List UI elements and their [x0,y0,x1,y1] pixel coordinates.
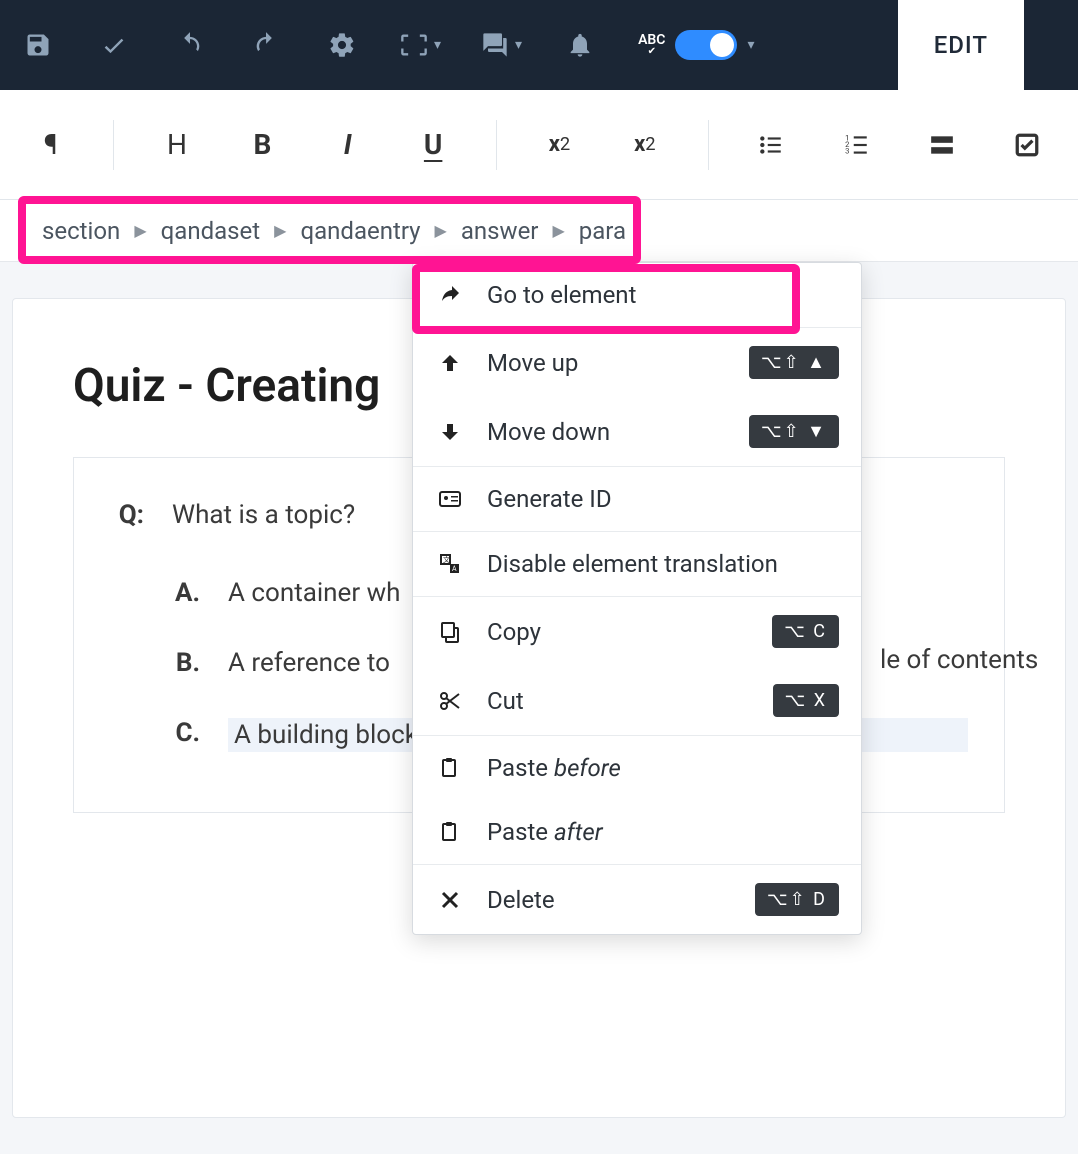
crumb-item[interactable]: answer [461,217,539,245]
bold-button[interactable]: B [240,121,285,169]
breadcrumb[interactable]: section ▶ qandaset ▶ qandaentry ▶ answer… [14,213,654,249]
top-toolbar: ▾ ▾ ABC ✔ ▾ EDIT [0,0,1078,90]
arrow-share-icon [435,283,465,307]
scissors-icon [435,689,465,713]
crumb-item[interactable]: qandaset [161,217,261,245]
arrow-down-icon [435,420,465,444]
menu-delete[interactable]: Delete ⌥⇧ D [413,865,861,934]
translate-icon: 文A [435,552,465,576]
trailing-text-fragment: le of contents [880,645,1038,675]
answer-label: B. [166,648,200,678]
menu-disable-translation[interactable]: 文A Disable element translation [413,532,861,596]
format-toolbar: ¶ H B I U x2 x2 123 [0,90,1078,200]
question-text: What is a topic? [172,500,355,530]
tab-edit[interactable]: EDIT [898,0,1024,90]
toolbar-overflow [1044,0,1078,90]
save-icon[interactable] [20,27,56,63]
kbd-shortcut: ⌥⇧ ▲ [749,346,839,379]
subscript-button[interactable]: x2 [622,121,667,169]
check-icon: ✔ [648,47,656,57]
breadcrumb-bar: section ▶ qandaset ▶ qandaentry ▶ answer… [0,200,1078,262]
menu-go-to-element[interactable]: Go to element [413,263,861,327]
superscript-button[interactable]: x2 [537,121,582,169]
paste-icon [435,756,465,780]
context-menu: Go to element Move up ⌥⇧ ▲ Move down ⌥⇧ … [412,262,862,935]
svg-text:文: 文 [443,555,450,564]
redo-icon[interactable] [248,27,284,63]
kbd-shortcut: ⌥⇧ ▼ [749,415,839,448]
chevron-right-icon: ▶ [435,221,447,240]
heading-button[interactable]: H [154,121,199,169]
menu-paste-before[interactable]: Paste before [413,736,861,800]
italic-button[interactable]: I [325,121,370,169]
svg-text:A: A [452,565,457,573]
chevron-down-icon: ▾ [747,37,754,53]
pilcrow-icon[interactable]: ¶ [28,121,73,169]
crumb-item[interactable]: section [42,217,120,245]
undo-icon[interactable] [172,27,208,63]
bullet-list-button[interactable] [748,121,793,169]
chevron-right-icon: ▶ [552,221,564,240]
crumb-item[interactable]: para [579,217,626,245]
menu-paste-after[interactable]: Paste after [413,800,861,864]
id-card-icon [435,487,465,511]
crumb-item[interactable]: qandaentry [300,217,420,245]
bell-icon[interactable] [562,27,598,63]
underline-button[interactable]: U [410,121,455,169]
settings-icon[interactable] [324,27,360,63]
kbd-shortcut: ⌥ X [773,684,840,717]
menu-cut[interactable]: Cut ⌥ X [413,666,861,735]
block-button[interactable] [919,121,964,169]
numbered-list-button[interactable]: 123 [834,121,879,169]
toggle-switch[interactable] [675,30,737,60]
svg-text:3: 3 [845,146,849,155]
kbd-shortcut: ⌥⇧ D [755,883,839,916]
check-icon[interactable] [96,27,132,63]
menu-move-up[interactable]: Move up ⌥⇧ ▲ [413,328,861,397]
question-label: Q: [110,500,144,530]
arrow-up-icon [435,351,465,375]
checkbox-button[interactable] [1005,121,1050,169]
close-icon [435,888,465,912]
menu-generate-id[interactable]: Generate ID [413,467,861,531]
answer-label: A. [166,578,200,608]
kbd-shortcut: ⌥ C [772,615,839,648]
chevron-right-icon: ▶ [274,221,286,240]
spellcheck-toggle[interactable]: ABC ✔ ▾ [638,30,754,60]
menu-copy[interactable]: Copy ⌥ C [413,597,861,666]
comments-dropdown[interactable]: ▾ [481,31,522,59]
frame-dropdown[interactable]: ▾ [400,31,441,59]
paste-icon [435,820,465,844]
chevron-down-icon: ▾ [434,37,441,53]
answer-label: C. [166,718,200,748]
chevron-down-icon: ▾ [515,37,522,53]
copy-icon [435,620,465,644]
menu-move-down[interactable]: Move down ⌥⇧ ▼ [413,397,861,466]
chevron-right-icon: ▶ [134,221,146,240]
